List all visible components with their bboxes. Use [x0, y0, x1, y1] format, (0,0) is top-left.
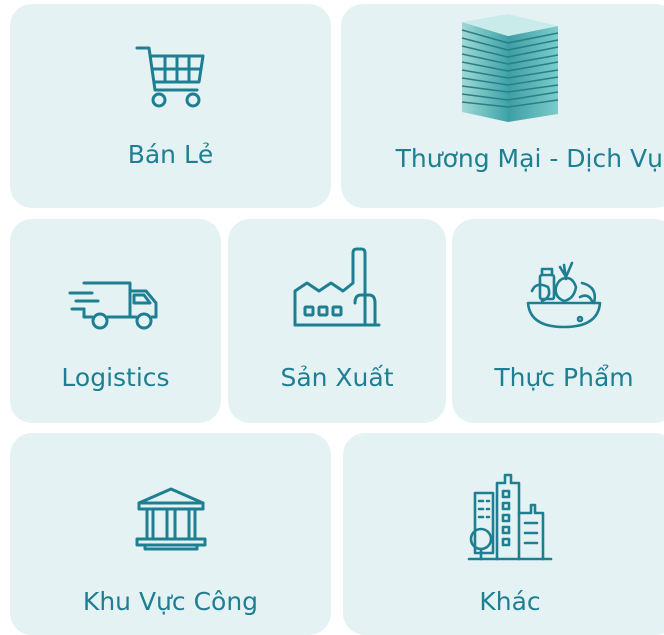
- category-label-public: Khu Vực Công: [82, 587, 259, 616]
- delivery-truck-icon: [10, 279, 221, 331]
- city-buildings-icon: [343, 473, 664, 561]
- category-label-manufacturing: Sản Xuất: [280, 363, 394, 392]
- government-building-icon: [10, 487, 331, 551]
- category-label-other: Khác: [479, 587, 541, 616]
- category-card-retail[interactable]: Bán Lẻ: [10, 4, 331, 208]
- category-card-food[interactable]: Thực Phẩm: [452, 219, 664, 423]
- category-label-food: Thực Phẩm: [494, 363, 634, 392]
- category-label-logistics: Logistics: [61, 363, 170, 392]
- category-label-commerce: Thương Mại - Dịch Vụ: [395, 144, 663, 173]
- category-card-other[interactable]: Khác: [343, 433, 664, 635]
- category-card-public[interactable]: Khu Vực Công: [10, 433, 331, 635]
- category-label-retail: Bán Lẻ: [127, 140, 214, 169]
- office-building-icon: [341, 14, 664, 126]
- food-bowl-icon: [452, 257, 664, 331]
- factory-icon: [228, 247, 446, 329]
- category-card-logistics[interactable]: Logistics: [10, 219, 221, 423]
- shopping-cart-icon: [10, 42, 331, 112]
- category-card-manufacturing[interactable]: Sản Xuất: [228, 219, 446, 423]
- category-card-commerce[interactable]: Thương Mại - Dịch Vụ: [341, 4, 664, 208]
